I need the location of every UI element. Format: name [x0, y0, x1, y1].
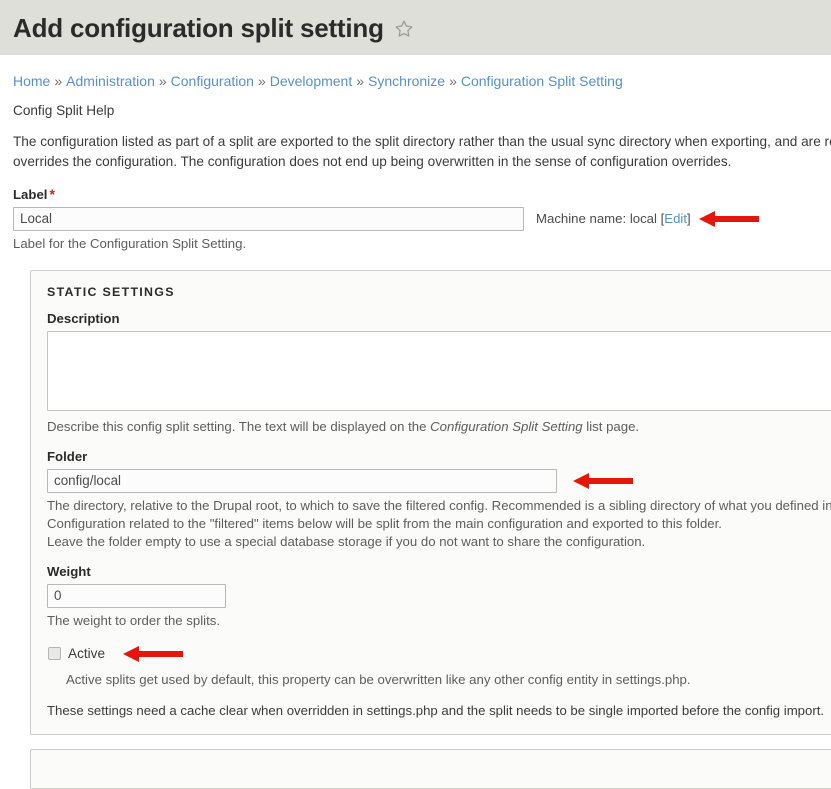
breadcrumb-item-configuration[interactable]: Configuration: [171, 73, 254, 89]
static-settings-footer-note: These settings need a cache clear when o…: [47, 702, 825, 718]
machine-name-edit-link[interactable]: Edit: [664, 211, 687, 226]
weight-input[interactable]: [47, 583, 226, 608]
label-field-label-text: Label: [13, 186, 48, 202]
folder-input[interactable]: [47, 468, 557, 493]
help-section-title: Config Split Help: [13, 102, 115, 118]
active-arrow: [123, 644, 184, 664]
label-field-label: Label *: [13, 186, 831, 202]
description-field-help: Describe this config split setting. The …: [47, 418, 831, 436]
label-field-description: Label for the Configuration Split Settin…: [13, 235, 247, 251]
page-header: Add configuration split setting: [0, 0, 831, 55]
breadcrumb-separator: »: [158, 73, 167, 89]
weight-form-item: Weight The weight to order the splits.: [47, 564, 831, 630]
description-form-item: Description Describe this config split s…: [47, 311, 831, 436]
folder-field-label: Folder: [47, 448, 88, 464]
active-field-help: Active splits get used by default, this …: [66, 671, 691, 687]
label-input[interactable]: [13, 206, 524, 231]
page-title: Add configuration split setting: [13, 12, 384, 43]
description-field-label: Description: [47, 310, 120, 326]
description-help-before: Describe this config split setting. The …: [47, 418, 431, 434]
breadcrumb: Home» Administration» Configuration» Develo…: [13, 73, 831, 90]
breadcrumb-separator: »: [54, 73, 63, 89]
star-outline-icon[interactable]: [394, 19, 414, 39]
machine-name-bracket-close: ]: [687, 211, 691, 227]
breadcrumb-item-development[interactable]: Development: [270, 73, 353, 89]
label-form-item: Label* Machine name: local [Edit] Label …: [13, 186, 831, 253]
breadcrumb-separator: »: [356, 73, 365, 89]
machine-name-display: Machine name: local [Edit]: [536, 211, 691, 226]
folder-form-item: Folder The directory, relative to the Dr…: [47, 449, 831, 551]
next-fieldset: [30, 748, 831, 789]
description-help-after: list page.: [582, 418, 640, 434]
help-section-body: The configuration listed as part of a sp…: [13, 133, 831, 169]
machine-name-arrow: [698, 209, 759, 229]
breadcrumb-item-configuration-split-setting[interactable]: Configuration Split Setting: [461, 73, 623, 89]
breadcrumb-item-synchronize[interactable]: Synchronize: [368, 73, 445, 89]
folder-field-help-line-3: Leave the folder empty to use a special …: [47, 533, 646, 549]
active-checkbox-row: Active: [47, 644, 831, 664]
machine-name-value: local: [629, 211, 657, 227]
weight-field-label: Weight: [47, 563, 91, 579]
breadcrumb-item-administration[interactable]: Administration: [66, 73, 155, 89]
required-marker: *: [49, 185, 55, 202]
folder-field-help-line-1: The directory, relative to the Drupal ro…: [47, 497, 831, 513]
label-field-row: Machine name: local [Edit]: [13, 206, 831, 231]
static-settings-fieldset: STATIC SETTINGS Description Describe thi…: [30, 269, 831, 735]
folder-field-help-line-2: Configuration related to the "filtered" …: [47, 515, 722, 531]
page-content: Home» Administration» Configuration» Develo…: [0, 73, 831, 789]
static-settings-legend: STATIC SETTINGS: [47, 284, 175, 299]
active-checkbox-label[interactable]: Active: [68, 646, 105, 661]
breadcrumb-item-home[interactable]: Home: [13, 73, 50, 89]
folder-arrow: [573, 471, 633, 491]
machine-name-prefix: Machine name:: [536, 211, 630, 227]
weight-field-help: The weight to order the splits.: [47, 612, 220, 628]
breadcrumb-separator: »: [257, 73, 266, 89]
description-textarea[interactable]: [47, 330, 831, 411]
breadcrumb-separator: »: [449, 73, 457, 89]
description-help-italic: Configuration Split Setting: [430, 418, 583, 434]
active-checkbox[interactable]: [48, 647, 61, 661]
folder-field-row: [47, 468, 831, 493]
